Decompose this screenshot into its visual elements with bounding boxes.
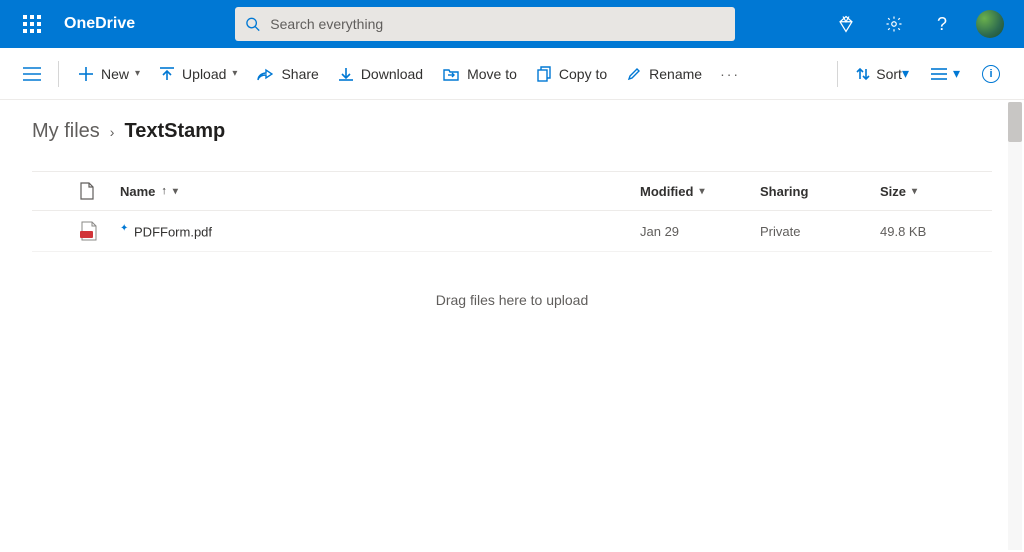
list-view-icon	[931, 67, 947, 81]
chevron-down-icon: ▾	[912, 186, 917, 197]
table-header-row: Name ↑ ▾ Modified ▾ Sharing Size	[32, 172, 992, 211]
breadcrumb-current: TextStamp	[124, 120, 225, 143]
column-sharing[interactable]: Sharing	[752, 172, 872, 211]
app-header: OneDrive ?	[0, 0, 1024, 48]
move-to-button[interactable]: Move to	[433, 52, 527, 96]
file-sharing: Private	[752, 211, 872, 252]
breadcrumb: My files › TextStamp	[32, 120, 992, 143]
plus-icon	[79, 67, 93, 81]
copy-to-button[interactable]: Copy to	[527, 52, 617, 96]
download-icon	[339, 67, 353, 81]
rename-button[interactable]: Rename	[617, 52, 712, 96]
column-name[interactable]: Name ↑ ▾	[112, 172, 632, 211]
search-icon	[245, 16, 260, 32]
app-launcher[interactable]	[8, 0, 56, 48]
sort-icon	[856, 67, 870, 81]
sort-label: Sort	[876, 66, 902, 82]
content-area: My files › TextStamp Name ↑ ▾	[0, 100, 1024, 552]
drop-hint: Drag files here to upload	[32, 252, 992, 348]
chevron-right-icon: ›	[110, 124, 115, 140]
chevron-down-icon: ▾	[135, 68, 140, 79]
copy-to-label: Copy to	[559, 66, 607, 82]
settings-icon[interactable]	[872, 0, 916, 48]
filetype-header-icon[interactable]	[72, 172, 112, 211]
info-button[interactable]: i	[974, 52, 1008, 96]
move-to-label: Move to	[467, 66, 517, 82]
premium-icon[interactable]	[824, 0, 868, 48]
upload-icon	[160, 67, 174, 81]
command-bar: New ▾ Upload ▾ Share Download Mo	[0, 48, 1024, 100]
nav-toggle[interactable]	[16, 58, 48, 90]
view-button[interactable]: ▾	[923, 52, 968, 96]
new-label: New	[101, 66, 129, 82]
chevron-down-icon: ▾	[953, 65, 960, 82]
download-label: Download	[361, 66, 423, 82]
upload-button[interactable]: Upload ▾	[150, 52, 247, 96]
chevron-down-icon: ▾	[232, 68, 237, 79]
search-input[interactable]	[270, 16, 725, 32]
rename-icon	[627, 67, 641, 81]
table-row[interactable]: ✦ PDFForm.pdf Jan 29 Private 49.8 KB	[32, 211, 992, 252]
waffle-icon	[23, 15, 41, 33]
avatar[interactable]	[976, 10, 1004, 38]
new-button[interactable]: New ▾	[69, 52, 150, 96]
divider	[58, 61, 59, 87]
share-label: Share	[281, 66, 318, 82]
column-size[interactable]: Size ▾	[872, 172, 992, 211]
move-icon	[443, 67, 459, 81]
new-indicator-icon: ✦	[120, 223, 128, 234]
brand-title: OneDrive	[64, 15, 135, 33]
sort-button[interactable]: Sort ▾	[848, 52, 917, 96]
chevron-down-icon: ▾	[902, 65, 909, 82]
sort-asc-icon: ↑	[161, 185, 167, 197]
search-box[interactable]	[235, 7, 735, 41]
share-button[interactable]: Share	[247, 52, 328, 96]
share-icon	[257, 67, 273, 81]
upload-label: Upload	[182, 66, 226, 82]
more-button[interactable]: ···	[712, 52, 748, 96]
pdf-file-icon	[72, 211, 112, 252]
file-modified: Jan 29	[632, 211, 752, 252]
file-table: Name ↑ ▾ Modified ▾ Sharing Size	[32, 171, 992, 252]
breadcrumb-root[interactable]: My files	[32, 120, 100, 143]
file-name[interactable]: PDFForm.pdf	[134, 224, 212, 239]
rename-label: Rename	[649, 66, 702, 82]
divider	[837, 61, 838, 87]
more-icon: ···	[720, 66, 740, 82]
column-modified[interactable]: Modified ▾	[632, 172, 752, 211]
info-icon: i	[982, 65, 1000, 83]
copy-icon	[537, 66, 551, 82]
header-actions: ?	[824, 0, 1012, 48]
help-icon[interactable]: ?	[920, 0, 964, 48]
chevron-down-icon: ▾	[699, 186, 704, 197]
file-size: 49.8 KB	[872, 211, 992, 252]
download-button[interactable]: Download	[329, 52, 433, 96]
chevron-down-icon: ▾	[173, 186, 178, 197]
